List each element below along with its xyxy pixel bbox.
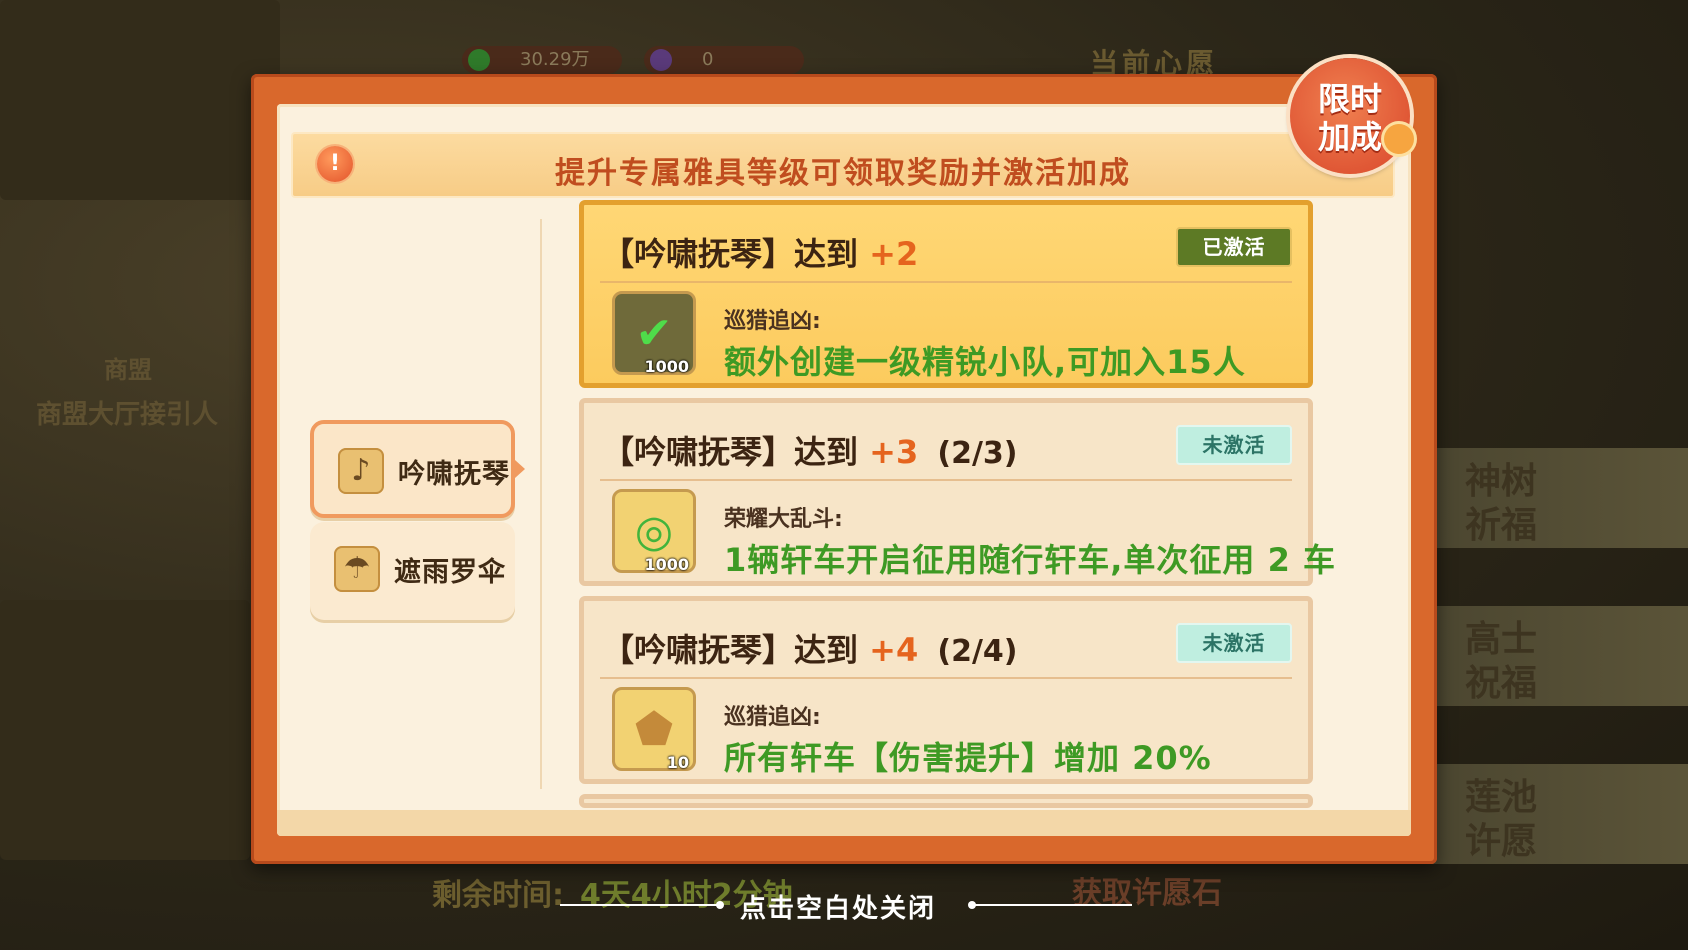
- card-level: +4: [869, 631, 919, 669]
- side-card-pond[interactable]: 莲池 许愿: [1423, 764, 1688, 864]
- effect-name: 巡猎追凶:: [724, 309, 821, 334]
- effect-name: 荣耀大乱斗:: [724, 507, 843, 532]
- effect-name: 巡猎追凶:: [724, 705, 821, 730]
- card-separator: [600, 677, 1292, 679]
- guild-label: 商盟: [104, 356, 152, 384]
- bonus-card-partial: [579, 794, 1313, 808]
- card-title: 【吟啸抚琴】达到 +4 (2/4): [602, 625, 1018, 671]
- card-title-text: 【吟啸抚琴】达到: [602, 235, 859, 273]
- tab-label: 遮雨罗伞: [394, 557, 506, 588]
- reward-qty: 1000: [644, 555, 689, 574]
- card-title: 【吟啸抚琴】达到 +3 (2/3): [602, 427, 1018, 473]
- reward-item[interactable]: ◎ 1000: [612, 489, 696, 574]
- coin-icon: [468, 49, 490, 71]
- status-badge: 未激活: [1176, 425, 1292, 465]
- card-separator: [600, 479, 1292, 481]
- modal-body: ! 提升专属雅具等级可领取奖励并激活加成 ♪ 吟啸抚琴 ☂ 遮雨罗伞 【吟啸抚琴…: [277, 104, 1411, 836]
- tab-zheyu-luosan[interactable]: ☂ 遮雨罗伞: [310, 522, 515, 620]
- limited-bonus-ribbon: 限时 加成: [1290, 58, 1414, 174]
- status-badge: 未激活: [1176, 623, 1292, 663]
- umbrella-icon: ☂: [334, 546, 380, 592]
- guild-npc-name[interactable]: 商盟大厅接引人: [36, 394, 218, 431]
- currency-bar-gems[interactable]: 0: [644, 46, 804, 74]
- reward-qty: 10: [666, 753, 689, 772]
- currency-gems-value: 0: [702, 49, 714, 70]
- tab-label: 吟啸抚琴: [398, 459, 510, 490]
- gem-icon: [650, 49, 672, 71]
- effect-desc: 1辆轩车开启征用随行轩车,单次征用 2 车: [724, 541, 1336, 579]
- info-banner: ! 提升专属雅具等级可领取奖励并激活加成: [291, 132, 1395, 198]
- side-card-scholar[interactable]: 高士 祝福: [1423, 606, 1688, 706]
- card-progress: (2/3): [937, 436, 1018, 471]
- reward-qty: 1000: [644, 357, 689, 376]
- card-separator: [600, 281, 1292, 283]
- card-level: +2: [869, 235, 919, 273]
- reward-item[interactable]: ✔ 1000: [612, 291, 696, 376]
- guitar-icon: ♪: [338, 448, 384, 494]
- banner-text: 提升专属雅具等级可领取奖励并激活加成: [555, 156, 1131, 191]
- close-hint[interactable]: 点击空白处关闭: [740, 888, 936, 925]
- effect-desc: 额外创建一级精锐小队,可加入15人: [724, 343, 1246, 381]
- card-title: 【吟啸抚琴】达到 +2: [602, 229, 918, 275]
- bonus-card-level-4: 【吟啸抚琴】达到 +4 (2/4) 未激活 ⬟ 10 巡猎追凶: 所有轩车【伤害…: [579, 596, 1313, 784]
- bonus-modal: ! 提升专属雅具等级可领取奖励并激活加成 ♪ 吟啸抚琴 ☂ 遮雨罗伞 【吟啸抚琴…: [251, 74, 1437, 864]
- card-progress: (2/4): [937, 634, 1018, 669]
- currency-bar-coins[interactable]: 30.29万: [462, 46, 622, 74]
- status-badge: 已激活: [1176, 227, 1292, 267]
- bonus-card-level-2: 【吟啸抚琴】达到 +2 已激活 ✔ 1000 巡猎追凶: 额外创建一级精锐小队,…: [579, 200, 1313, 388]
- card-level: +3: [869, 433, 919, 471]
- timer-label: 剩余时间:: [432, 878, 564, 913]
- tab-divider: [540, 219, 542, 789]
- bg-courtyard: [0, 600, 250, 860]
- bonus-card-level-3: 【吟啸抚琴】达到 +3 (2/3) 未激活 ◎ 1000 荣耀大乱斗: 1辆轩车…: [579, 398, 1335, 586]
- hint-line-right: [968, 901, 1132, 909]
- currency-coins-value: 30.29万: [520, 49, 590, 70]
- side-card-tree[interactable]: 神树 祈福: [1423, 448, 1688, 548]
- tab-yinxiao-fuqin[interactable]: ♪ 吟啸抚琴: [310, 420, 525, 518]
- flower-icon: [1384, 124, 1414, 154]
- bg-building: [0, 0, 280, 200]
- card-title-text: 【吟啸抚琴】达到: [602, 631, 859, 669]
- card-title-text: 【吟啸抚琴】达到: [602, 433, 859, 471]
- reward-item[interactable]: ⬟ 10: [612, 687, 696, 772]
- hint-line-left: [560, 901, 724, 909]
- effect-desc: 所有轩车【伤害提升】增加 20%: [724, 739, 1212, 777]
